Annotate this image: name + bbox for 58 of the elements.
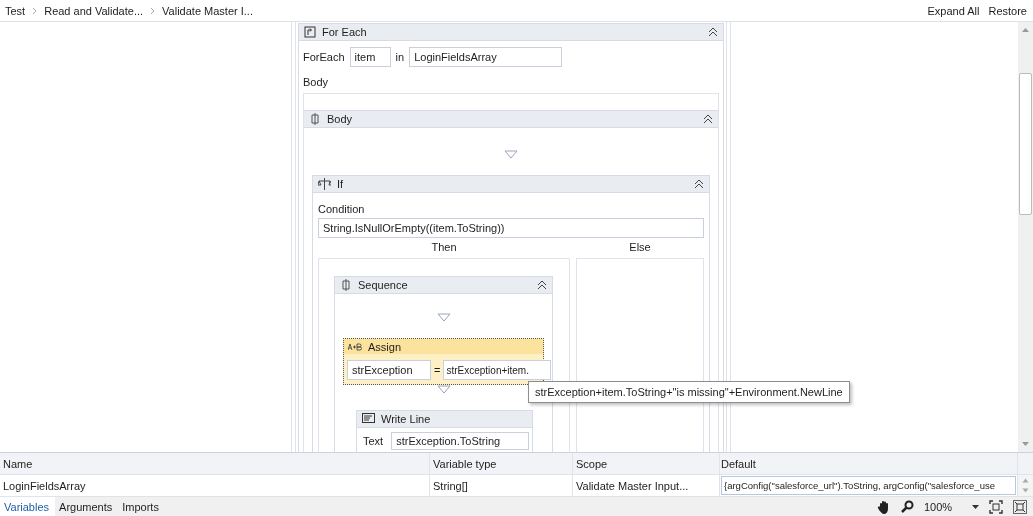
column-header[interactable]: Scope	[573, 453, 720, 474]
chevron-right-icon	[150, 6, 156, 15]
column-header[interactable]: Name	[0, 453, 430, 474]
drop-arrow-icon	[504, 150, 518, 159]
assign-to-field[interactable]: strException	[347, 360, 431, 380]
balance-icon	[318, 178, 331, 190]
assign-value-field[interactable]: strException+item.	[443, 360, 552, 380]
header-link[interactable]: Expand All	[927, 4, 980, 17]
collapse-icon[interactable]	[708, 27, 718, 37]
table-cell: LoginFieldsArray	[0, 475, 430, 496]
hand-icon[interactable]	[877, 499, 891, 514]
item-field[interactable]: item	[349, 47, 391, 67]
tooltip: strException+item.ToString+"is missing"+Environment.NewLine	[528, 381, 850, 403]
condition-field[interactable]: String.IsNullOrEmpty((item.ToString))	[318, 218, 704, 238]
sequence-icon	[340, 279, 352, 291]
collapse-icon[interactable]	[703, 114, 713, 124]
body-label: Body	[303, 76, 330, 88]
column-header[interactable]: Default	[720, 453, 1018, 474]
assign-icon	[348, 342, 362, 351]
activity-title: Assign	[368, 340, 402, 353]
then-label: Then	[431, 241, 457, 255]
loop-icon	[304, 26, 316, 38]
activity-title: Write Line	[381, 413, 431, 425]
else-label: Else	[629, 241, 651, 255]
zoom-level[interactable]: 100%	[924, 500, 962, 513]
console-icon	[362, 413, 375, 425]
foreach-label: ForEach	[303, 51, 345, 63]
equals-sign: =	[434, 364, 441, 376]
header-link[interactable]: Restore	[988, 4, 1027, 17]
tab[interactable]: Imports	[118, 497, 165, 516]
in-label: in	[395, 51, 405, 63]
collapse-icon[interactable]	[537, 280, 547, 290]
text-label: Text	[363, 435, 384, 447]
sequence-icon	[309, 113, 321, 125]
breadcrumb-link[interactable]: Read and Validate...	[44, 4, 144, 17]
overview-icon[interactable]	[1013, 499, 1027, 514]
drop-arrow-icon	[436, 385, 451, 394]
collection-field[interactable]: LoginFieldsArray	[409, 47, 563, 67]
table-cell: Validate Master Input...	[573, 475, 720, 496]
tab[interactable]: Variables	[0, 497, 56, 516]
breadcrumb-link[interactable]: Test	[5, 4, 26, 17]
column-header[interactable]: Variable type	[430, 453, 573, 474]
activity-title: Sequence	[358, 279, 408, 291]
drop-arrow-icon	[436, 313, 451, 322]
activity-title: Body	[327, 113, 353, 125]
table-cell: String[]	[430, 475, 573, 496]
tab[interactable]: Arguments	[55, 497, 119, 516]
search-icon[interactable]	[901, 500, 914, 513]
condition-label: Condition	[318, 203, 366, 215]
collapse-icon[interactable]	[694, 179, 704, 189]
default-value-field[interactable]: {argConfig("salesforce_url").ToString, argConfig("salesforce_use	[721, 476, 1016, 495]
chevron-right-icon	[32, 6, 38, 15]
breadcrumb-link[interactable]: Validate Master I...	[162, 4, 253, 17]
activity-title: For Each	[322, 26, 367, 38]
activity-title: If	[337, 178, 344, 190]
fit-screen-icon[interactable]	[989, 499, 1003, 514]
text-field[interactable]: strException.ToString	[391, 432, 530, 450]
caret-down-icon[interactable]	[972, 504, 979, 509]
